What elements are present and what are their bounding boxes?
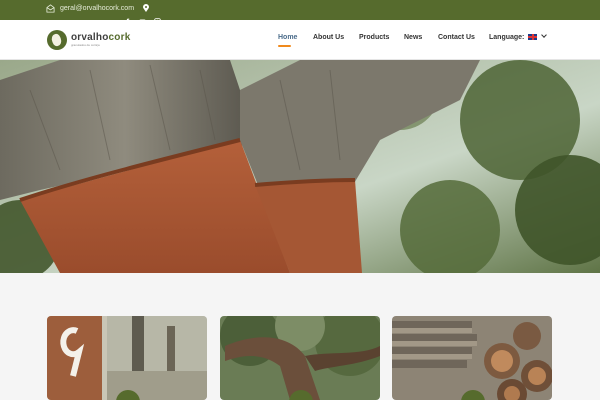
envelope-icon [46, 4, 55, 13]
active-nav-indicator [278, 45, 291, 47]
instagram-icon[interactable] [154, 12, 161, 25]
product-cards-section [0, 273, 600, 400]
youtube-icon[interactable] [139, 12, 146, 24]
cork-planks-stack-photo [392, 316, 552, 400]
cork-number-nine-photo [47, 316, 207, 400]
language-selector[interactable]: Language: [489, 32, 548, 41]
email-text: geral@orvalhocork.com [60, 5, 135, 12]
social-links [124, 12, 161, 25]
card-cork-number-nine[interactable] [47, 316, 207, 400]
hero-banner [0, 60, 600, 273]
card-cork-oak-tree[interactable] [220, 316, 380, 400]
nav-home[interactable]: Home [278, 34, 297, 41]
nav-news[interactable]: News [404, 34, 422, 41]
nav-about-us[interactable]: About Us [313, 34, 344, 41]
uk-flag-icon [528, 34, 538, 41]
location-pin-icon[interactable] [143, 4, 149, 12]
cork-oak-trunk-photo [0, 60, 600, 273]
card-cork-planks-stack[interactable] [392, 316, 552, 400]
top-bar: geral@orvalhocork.com [0, 0, 600, 25]
nav-products[interactable]: Products [359, 34, 389, 41]
language-label: Language: [489, 34, 525, 41]
cork-oak-tree-photo [220, 316, 380, 400]
nav-contact-us[interactable]: Contact Us [438, 34, 475, 41]
site-header: orvalhocork granulados de cortiça Home A… [0, 20, 600, 60]
contact-email[interactable]: geral@orvalhocork.com [46, 4, 134, 13]
main-navigation: Home About Us Products News Contact Us L… [0, 20, 600, 60]
chevron-down-icon [541, 32, 548, 38]
facebook-icon[interactable] [124, 12, 131, 25]
